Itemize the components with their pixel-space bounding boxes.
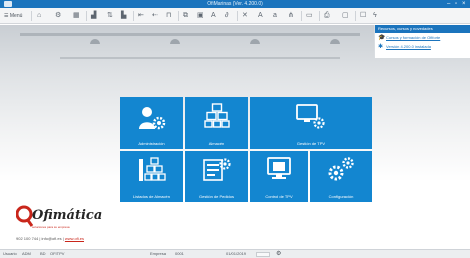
toolbar-separator [355,11,356,21]
tile-label: Gestión de Pedidos [199,194,234,199]
chart-sort-icon[interactable]: ⇅ [107,11,113,21]
status-settings-icon[interactable]: ⚙ [276,250,281,258]
text-size-icon[interactable]: a [273,11,277,21]
brand-tagline: soluciones para su empresa [32,225,70,229]
form-icon[interactable]: ▣ [197,11,204,21]
resources-link-label[interactable]: Cursos y formación de Ofiforte [386,35,440,40]
tile-label: Gestión de TPV [296,141,326,146]
chart-column-icon[interactable]: ▙ [121,11,126,21]
admin-user-gear-icon [138,107,165,130]
brand-email: info@ofi.es [41,236,62,241]
display-icon[interactable]: ▭ [306,11,313,21]
status-db: OFITPV [50,251,65,256]
tile-label: Administración [138,141,165,146]
tile-label: Almacén [208,141,225,146]
monitor-gear-icon [296,104,325,129]
brand-name: Ofimática [32,208,103,223]
status-date: 01/01/2019 [226,251,247,256]
lightning-icon[interactable]: ϟ [373,11,377,21]
tile-label: Configuración [328,194,354,199]
window-title: OfiMarinas (Ver. 4.200.0) [207,1,263,7]
status-user-label: Usuario [3,251,17,256]
maximize-button[interactable]: ▫ [455,0,457,8]
resources-link-courses[interactable]: 🎓 Cursos y formación de Ofiforte [375,33,470,42]
status-field [256,252,270,257]
monitor-control-icon [267,157,291,179]
tile-control-tpv[interactable]: Control de TPV [250,151,308,202]
tools-icon[interactable]: ✕ [242,11,248,21]
tile-label: Control de TPV [265,194,293,199]
title-bar: OfiMarinas (Ver. 4.200.0) – ▫ × [0,0,470,8]
font-icon[interactable]: A [211,11,216,21]
menu-button[interactable]: ☰ Menú [4,11,22,21]
resources-panel-title: Recursos, cursos y novedades [375,25,470,33]
lamp-decoration [330,39,340,44]
tile-listados-almacen[interactable]: Listados de Almacén [120,151,183,202]
brand-contact: 902 100 744 | info@ofi.es | www.ofi.es [16,236,85,241]
status-company: 0001 [175,251,184,256]
toolbar-separator [319,11,320,21]
resources-link-label[interactable]: Versión 4.200.0 instalada [386,44,431,49]
graduation-cap-icon: 🎓 [378,35,386,41]
monitor-icon[interactable]: ▢ [342,11,349,21]
toolbar-separator [86,11,87,21]
network-icon[interactable]: ⋔ [288,11,294,21]
lamp-decoration [170,39,180,44]
lock-icon[interactable]: ⊓ [166,11,171,21]
toolbar-separator [133,11,134,21]
shelf-decoration [60,57,340,59]
calculator-icon[interactable]: ▦ [73,11,80,21]
brand-logo: Ofimática soluciones para su empresa [16,203,116,233]
status-company-label: Empresa [150,251,167,256]
status-db-label: BD [40,251,46,256]
toolbar-separator [237,11,238,21]
status-bar: Usuario ADM BD OFITPV Empresa 0001 01/01… [0,249,470,258]
back-icon[interactable]: ⇠ [152,11,158,21]
shelf-decoration [20,33,360,36]
lamp-decoration [250,39,260,44]
chart-bars-icon[interactable]: ▟ [91,11,96,21]
toolbar: ☰ Menú ⌂ ⚙ ▦ ▟ ⇅ ▙ ⇤ ⇠ ⊓ ⧉ ▣ A ∂ ✕ A a ⋔… [0,8,470,24]
status-user: ADM [22,251,31,256]
resources-link-version[interactable]: ✱ Versión 4.200.0 instalada [375,42,470,51]
copy-icon[interactable]: ⧉ [183,11,188,21]
tile-configuracion[interactable]: Configuración [310,151,372,202]
tile-administracion[interactable]: Administración [120,97,183,149]
chat-icon[interactable]: ☐ [360,11,366,21]
home-icon[interactable]: ⌂ [37,11,41,21]
close-button[interactable]: × [462,0,466,8]
tile-label: Listados de Almacén [133,194,170,199]
text-color-icon[interactable]: A [258,11,263,21]
signature-icon[interactable]: ∂ [225,11,228,21]
order-invoice-gear-icon [202,158,231,181]
gears-icon [328,157,354,181]
warehouse-report-icon [138,157,166,181]
brand-phone: 902 100 744 [16,236,39,241]
warehouse-boxes-icon [203,103,230,128]
tile-almacen[interactable]: Almacén [185,97,248,149]
toolbar-separator [31,11,32,21]
printer-icon[interactable]: ⎙ [324,11,330,21]
tile-gestion-tpv[interactable]: Gestión de TPV [250,97,372,149]
toolbar-separator [301,11,302,21]
previous-icon[interactable]: ⇤ [138,11,144,21]
settings-icon[interactable]: ⚙ [55,11,61,21]
info-icon: ✱ [378,44,384,50]
lamp-decoration [90,39,100,44]
resources-panel: Recursos, cursos y novedades 🎓 Cursos y … [374,25,470,58]
minimize-button[interactable]: – [447,0,450,8]
tile-gestion-pedidos[interactable]: Gestión de Pedidos [185,151,248,202]
brand-website-link[interactable]: www.ofi.es [65,236,84,241]
toolbar-separator [178,11,179,21]
